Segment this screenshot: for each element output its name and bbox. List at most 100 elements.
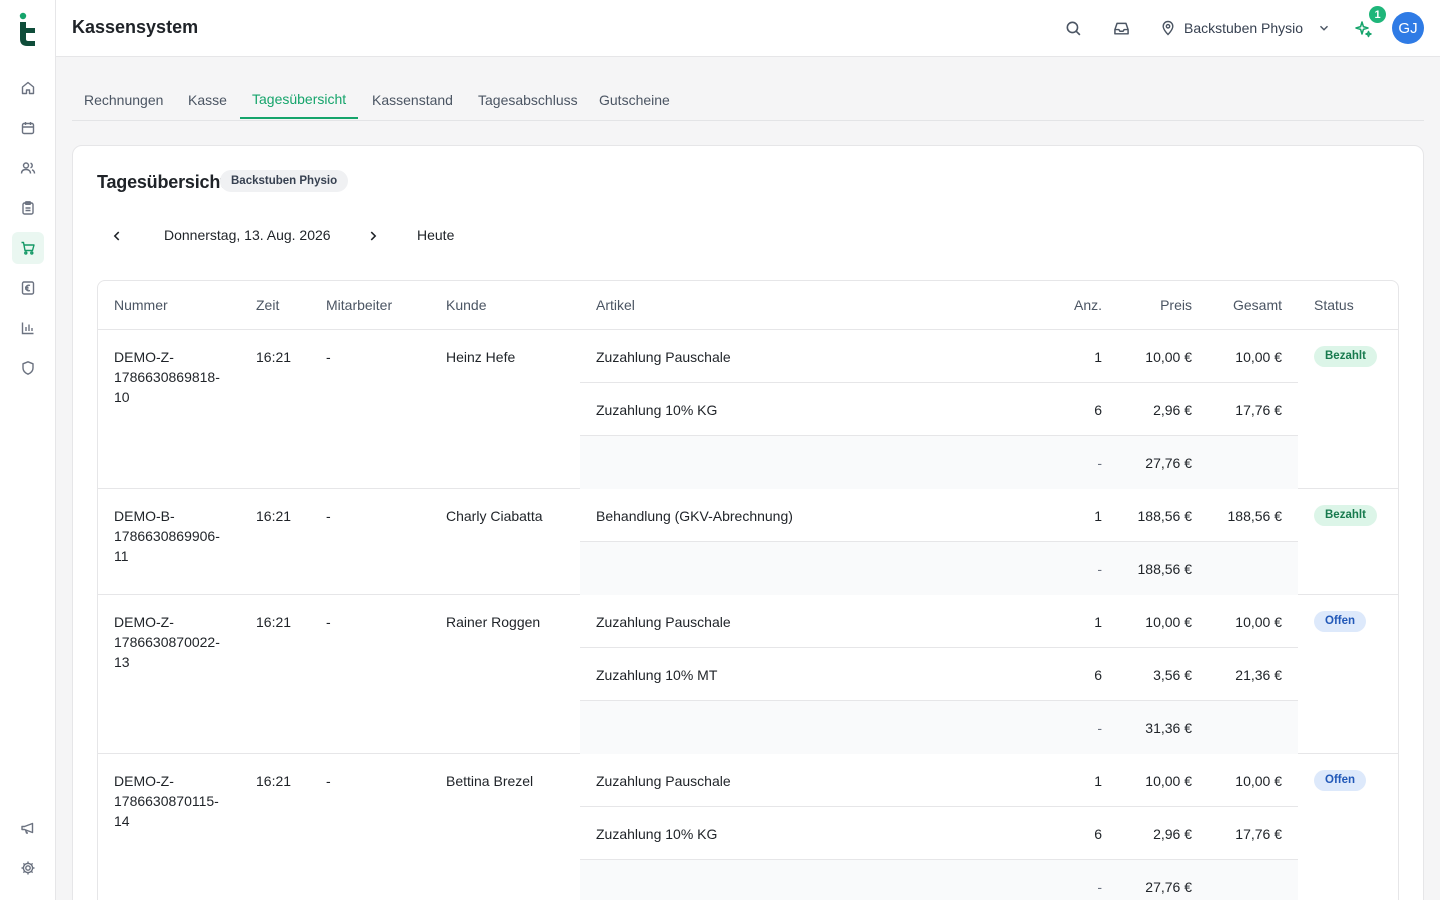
previous-day-button[interactable] xyxy=(101,220,133,252)
total: 10,00 € xyxy=(1235,349,1282,365)
column-gesamt: Gesamt xyxy=(1232,297,1282,313)
app-logo[interactable] xyxy=(14,12,42,46)
sidebar xyxy=(0,0,56,900)
megaphone-icon xyxy=(21,822,34,834)
article: Zuzahlung 10% KG xyxy=(596,402,718,418)
total: 17,76 € xyxy=(1235,826,1282,842)
sidebar-item-clipboard[interactable] xyxy=(12,192,44,224)
sum-row: - 27,76 € xyxy=(580,860,1298,900)
status-badge: Bezahlt xyxy=(1314,505,1377,526)
tab-tagesabschluss[interactable]: Tagesabschluss xyxy=(466,81,590,120)
sidebar-item-security[interactable] xyxy=(12,352,44,384)
shield-icon xyxy=(22,361,34,375)
invoice-number: DEMO-Z- 1786630870022- 13 xyxy=(114,614,220,670)
total: 10,00 € xyxy=(1235,614,1282,630)
avatar[interactable]: GJ xyxy=(1392,12,1424,44)
sidebar-item-users[interactable] xyxy=(12,152,44,184)
column-anz: Anz. xyxy=(1073,297,1102,313)
calendar-icon xyxy=(21,122,35,135)
table-row[interactable]: DEMO-B- 1786630869906- 11 16:21 - Charly… xyxy=(98,489,1398,595)
column-zeit: Zeit xyxy=(256,297,280,313)
tab-tagesuebersicht[interactable]: Tagesübersicht xyxy=(240,80,359,119)
top-header: Kassensystem Backstuben Physio 1 GJ xyxy=(56,0,1440,57)
price: 2,96 € xyxy=(1153,826,1192,842)
line-item: Behandlung (GKV-Abrechnung) 1 188,56 € 1… xyxy=(580,489,1298,542)
table-row[interactable]: DEMO-Z- 1786630870115- 14 16:21 - Bettin… xyxy=(98,754,1398,900)
chevron-right-icon xyxy=(370,231,377,241)
home-icon xyxy=(21,81,35,95)
sidebar-item-home[interactable] xyxy=(12,72,44,104)
sum-dash: - xyxy=(1097,720,1102,736)
sidebar-item-statistics[interactable] xyxy=(12,312,44,344)
time: 16:21 xyxy=(256,614,292,630)
price: 10,00 € xyxy=(1145,614,1192,630)
search-button[interactable] xyxy=(1063,18,1083,38)
sum-total: 188,56 € xyxy=(1137,561,1193,577)
customer: Charly Ciabatta xyxy=(446,508,543,524)
next-day-button[interactable] xyxy=(357,220,389,252)
tab-rechnungen[interactable]: Rechnungen xyxy=(72,81,175,120)
time: 16:21 xyxy=(256,773,292,789)
quantity: 6 xyxy=(1094,667,1102,683)
tab-kassenstand[interactable]: Kassenstand xyxy=(360,81,465,120)
sum-dash: - xyxy=(1097,879,1102,895)
app-title: Kassensystem xyxy=(72,17,199,37)
gear-icon xyxy=(21,861,35,875)
chevron-left-icon xyxy=(113,231,120,241)
line-item: Zuzahlung Pauschale 1 10,00 € 10,00 € xyxy=(580,595,1298,648)
table-row[interactable]: DEMO-Z- 1786630870022- 13 16:21 - Rainer… xyxy=(98,595,1398,754)
users-icon xyxy=(20,162,36,174)
sum-row: - 31,36 € xyxy=(580,701,1298,754)
quantity: 1 xyxy=(1094,614,1102,630)
current-date[interactable]: Donnerstag, 13. Aug. 2026 xyxy=(164,227,331,243)
total: 17,76 € xyxy=(1235,402,1282,418)
location-badge: Backstuben Physio xyxy=(220,170,349,192)
sum-row: - 27,76 € xyxy=(580,436,1298,489)
inbox-button[interactable] xyxy=(1111,18,1131,38)
tab-gutscheine[interactable]: Gutscheine xyxy=(587,81,682,120)
sum-dash: - xyxy=(1097,561,1102,577)
table-row[interactable]: DEMO-Z- 1786630869818- 10 16:21 - Heinz … xyxy=(98,330,1398,489)
tab-kasse[interactable]: Kasse xyxy=(176,81,239,120)
line-item: Zuzahlung Pauschale 1 10,00 € 10,00 € xyxy=(580,330,1298,383)
employee: - xyxy=(326,773,331,789)
employee: - xyxy=(326,349,331,365)
customer: Heinz Hefe xyxy=(446,349,516,365)
status-badge: Offen xyxy=(1314,770,1367,791)
column-kunde: Kunde xyxy=(446,297,487,313)
line-item: Zuzahlung 10% MT 6 3,56 € 21,36 € xyxy=(580,648,1298,701)
sidebar-item-announcements[interactable] xyxy=(12,812,44,844)
sidebar-item-finance[interactable] xyxy=(12,272,44,304)
article: Zuzahlung Pauschale xyxy=(596,773,731,789)
time: 16:21 xyxy=(256,508,292,524)
invoice-number: DEMO-B- 1786630869906- 11 xyxy=(114,508,220,564)
invoice-number: DEMO-Z- 1786630869818- 10 xyxy=(114,349,220,405)
chart-icon xyxy=(21,322,34,335)
today-button[interactable]: Heute xyxy=(417,227,454,243)
column-nummer: Nummer xyxy=(114,297,168,313)
total: 21,36 € xyxy=(1235,667,1282,683)
column-status: Status xyxy=(1314,297,1354,313)
sparkle-icon[interactable] xyxy=(1354,19,1374,39)
article: Zuzahlung Pauschale xyxy=(596,349,731,365)
sidebar-item-kasse[interactable] xyxy=(12,232,44,264)
article: Behandlung (GKV-Abrechnung) xyxy=(596,508,793,524)
price: 188,56 € xyxy=(1137,508,1193,524)
column-artikel: Artikel xyxy=(596,297,635,313)
status-badge: Bezahlt xyxy=(1314,346,1377,367)
euro-icon xyxy=(21,281,35,295)
sum-total: 31,36 € xyxy=(1145,720,1192,736)
sum-dash: - xyxy=(1097,455,1102,471)
employee: - xyxy=(326,614,331,630)
price: 10,00 € xyxy=(1145,773,1192,789)
article: Zuzahlung 10% KG xyxy=(596,826,718,842)
quantity: 6 xyxy=(1094,826,1102,842)
tab-bar: Rechnungen Kasse Tagesübersicht Kassenst… xyxy=(72,81,1424,121)
price: 10,00 € xyxy=(1145,349,1192,365)
location-selector[interactable]: Backstuben Physio xyxy=(1160,17,1331,39)
daily-overview-card: Tagesübersicht Backstuben Physio Donners… xyxy=(72,145,1424,900)
sum-total: 27,76 € xyxy=(1145,879,1192,895)
sidebar-item-settings[interactable] xyxy=(12,852,44,884)
sidebar-item-calendar[interactable] xyxy=(12,112,44,144)
page-title: Tagesübersicht xyxy=(97,172,226,192)
